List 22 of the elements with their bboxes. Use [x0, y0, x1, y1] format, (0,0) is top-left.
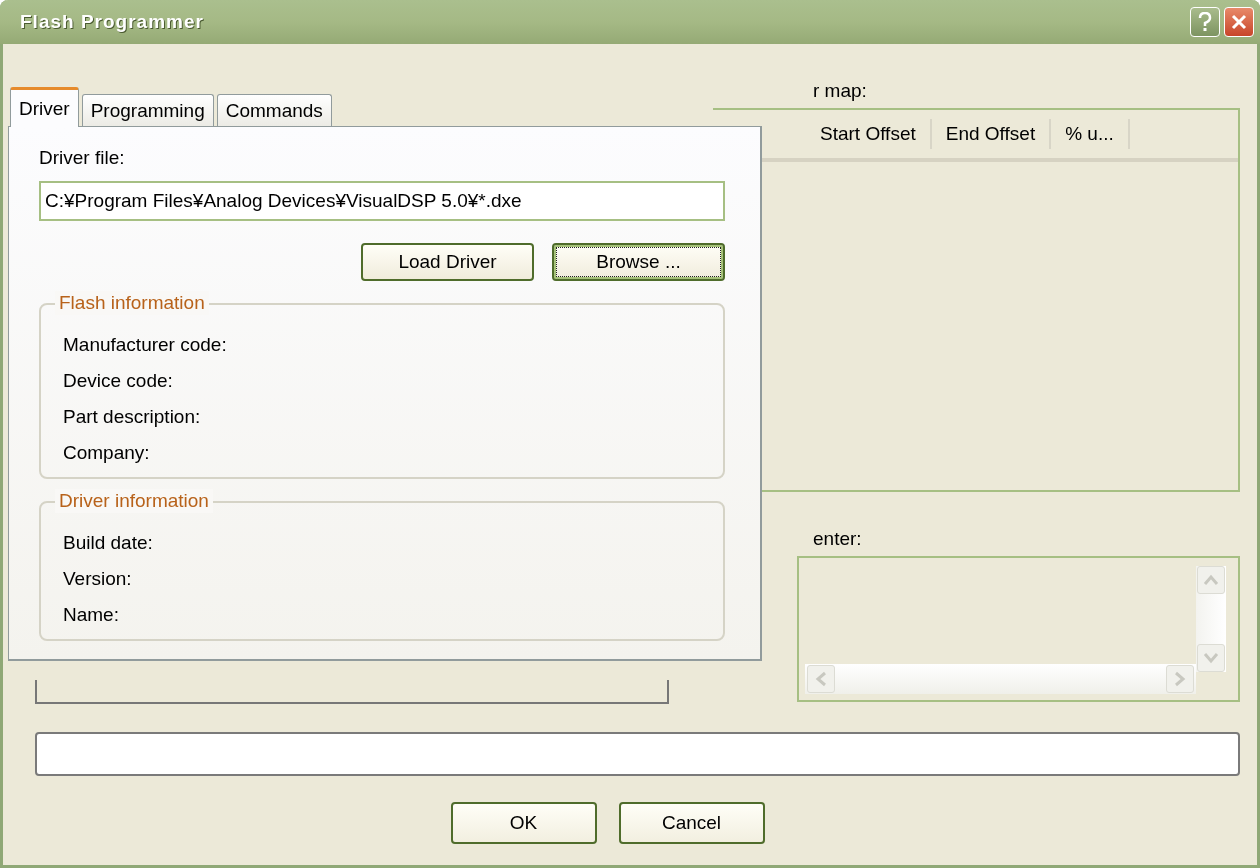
column-header[interactable]: End Offset	[931, 119, 1052, 150]
tab[interactable]: Driver	[10, 87, 79, 127]
field-label: Build date:	[63, 531, 154, 555]
field-label: Name:	[63, 603, 120, 627]
tab[interactable]: Commands	[216, 94, 332, 126]
column-header[interactable]: Start Offset	[806, 119, 932, 150]
window-title: Flash Programmer	[20, 11, 205, 33]
tab[interactable]: Programming	[81, 94, 214, 126]
dialog-button[interactable]: Cancel	[618, 802, 765, 844]
driver-button[interactable]: Browse ...	[552, 243, 725, 281]
field-label: Part description:	[63, 405, 202, 429]
field-label: Version:	[63, 567, 133, 591]
field-label: Device code:	[63, 369, 174, 393]
dialog-button[interactable]: OK	[450, 802, 597, 844]
driver-file-label: Driver file:	[39, 147, 126, 169]
column-header[interactable]: % u...	[1051, 119, 1130, 150]
driver-button[interactable]: Load Driver	[361, 243, 534, 281]
field-label: Manufacturer code:	[63, 333, 228, 357]
sector-map-label: r map:	[813, 80, 867, 103]
driver-file-field[interactable]: C:¥Program Files¥Analog Devices¥VisualDSP 5.0¥*.dxe	[39, 181, 725, 221]
message-label: enter:	[813, 528, 862, 550]
field-label: Company:	[63, 441, 151, 465]
